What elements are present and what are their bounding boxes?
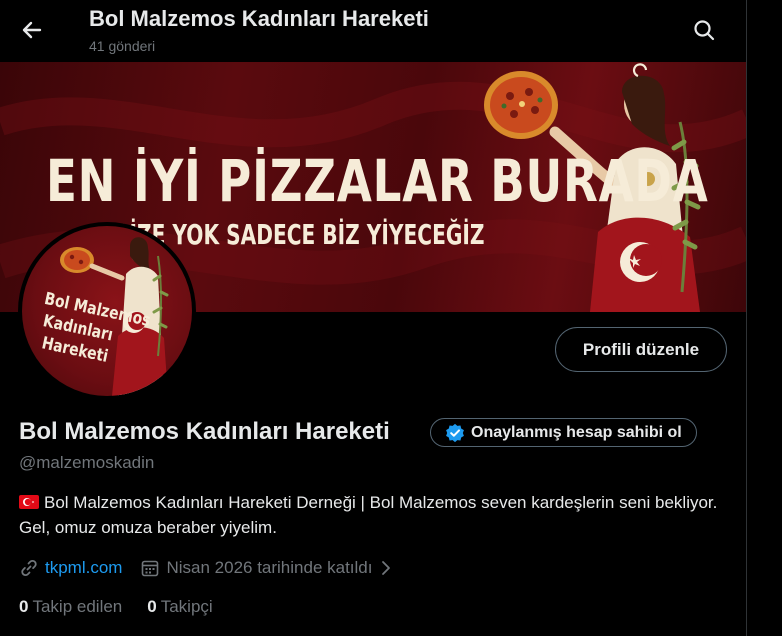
pizza-illustration (484, 71, 558, 139)
arrow-left-icon (22, 21, 42, 39)
banner-headline: EN İYİ PİZZALAR BURADA (46, 147, 709, 215)
profile-column: EN İYİ PİZZALAR BURADA SİZE YOK SADECE B… (0, 0, 748, 636)
followers-count: 0 (147, 597, 157, 616)
search-button[interactable] (686, 12, 722, 48)
get-verified-label: Onaylanmış hesap sahibi ol (471, 423, 682, 441)
followers-link[interactable]: 0 Takipçi (147, 597, 212, 617)
verified-badge-icon (446, 423, 464, 442)
avatar[interactable]: Bol Malzemos Kadınları Hareketi (18, 222, 196, 400)
profile-handle: @malzemoskadin (19, 453, 155, 472)
chevron-right-icon (381, 561, 390, 575)
joined-date-text: Nisan 2026 tarihinde katıldı (166, 558, 373, 577)
back-button[interactable] (14, 12, 50, 48)
following-label: Takip edilen (32, 597, 123, 616)
avatar-image: Bol Malzemos Kadınları Hareketi (22, 226, 192, 396)
post-count: 41 gönderi (89, 38, 156, 54)
bio-text: Bol Malzemos Kadınları Hareketi Derneği … (19, 493, 718, 537)
following-link[interactable]: 0 Takip edilen (19, 597, 122, 617)
website-link-text[interactable]: tkpml.com (45, 558, 122, 578)
edit-profile-button[interactable]: Profili düzenle (555, 327, 727, 372)
right-background (747, 0, 782, 636)
profile-bio: Bol Malzemos Kadınları Hareketi Derneği … (19, 490, 734, 540)
link-icon (21, 559, 37, 577)
followers-label: Takipçi (160, 597, 213, 616)
page-title: Bol Malzemos Kadınları Hareketi (89, 6, 429, 31)
profile-meta: tkpml.com Nisan 2026 tarihinde katıldı (19, 556, 393, 580)
get-verified-button[interactable]: Onaylanmış hesap sahibi ol (430, 418, 697, 447)
joined-date[interactable]: Nisan 2026 tarihinde katıldı (140, 558, 392, 578)
follow-stats: 0 Takip edilen 0 Takipçi (19, 597, 238, 617)
website-link[interactable]: tkpml.com (19, 558, 122, 578)
search-icon (694, 20, 715, 41)
turkey-flag-icon (19, 495, 39, 509)
calendar-icon (142, 560, 159, 577)
top-bar: Bol Malzemos Kadınları Hareketi 41 gönde… (0, 0, 748, 62)
profile-name: Bol Malzemos Kadınları Hareketi (19, 418, 390, 445)
following-count: 0 (19, 597, 29, 616)
